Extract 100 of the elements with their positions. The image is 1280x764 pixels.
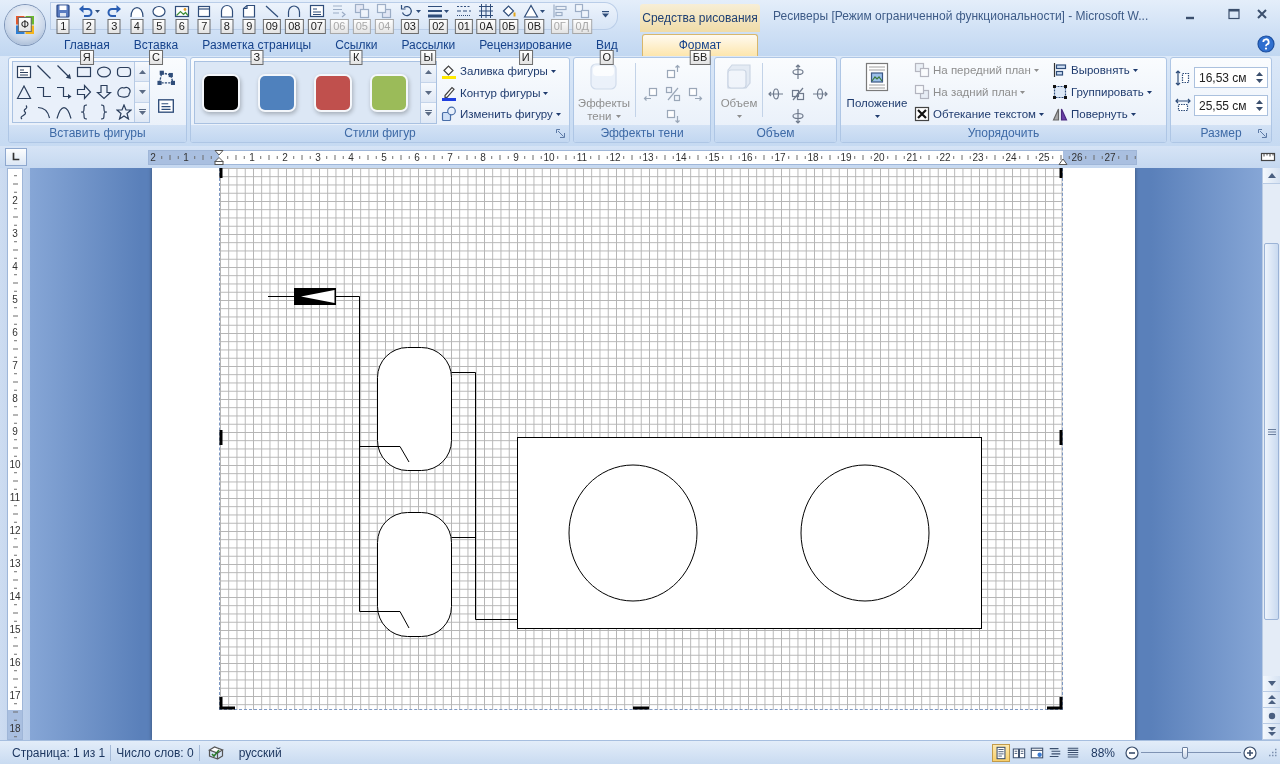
elbow-arrow-icon[interactable] (56, 84, 72, 100)
dialog-launcher-icon[interactable] (1258, 129, 1267, 138)
word-count[interactable]: Число слов: 0 (111, 742, 199, 763)
curve-icon[interactable] (56, 104, 72, 120)
undo-icon (77, 3, 94, 19)
line-weight-icon (427, 3, 444, 19)
key-tip: 03 (400, 19, 419, 34)
caret-icon (615, 115, 621, 119)
down-arrow-icon[interactable] (96, 84, 112, 100)
right-indent-marker-icon[interactable] (1058, 156, 1068, 165)
style-swatch[interactable] (316, 75, 350, 110)
caret-up-icon[interactable] (1256, 100, 1263, 104)
key-tip: 0В (524, 19, 544, 34)
web-page-icon (1029, 745, 1044, 760)
resize-handle[interactable] (633, 706, 649, 710)
resize-handle[interactable] (219, 697, 235, 710)
ruler-number: 17 (774, 151, 786, 163)
help-icon[interactable] (1257, 35, 1275, 53)
slider-thumb[interactable] (1182, 746, 1188, 759)
browse-object-button[interactable] (1263, 708, 1280, 724)
rounded-rectangle-icon[interactable] (116, 64, 132, 80)
language[interactable]: русский (233, 742, 287, 763)
style-swatch[interactable] (260, 75, 294, 110)
caret-up-icon[interactable] (1256, 72, 1263, 76)
style-swatch[interactable] (372, 75, 406, 110)
ruler-number: 23 (972, 151, 984, 163)
vertical-ruler[interactable]: 2 3 4 5 6 7 8 9 10 11 12 13 14 15 16 17 18 (7, 168, 23, 740)
resize-handle[interactable] (1047, 697, 1063, 710)
tab-selector-button[interactable] (5, 148, 27, 166)
scrollbar-thumb[interactable] (1264, 243, 1279, 620)
caret-down-icon (425, 90, 432, 95)
caret-down-icon[interactable] (1256, 107, 1263, 111)
page-count[interactable]: Страница: 1 из 1 (7, 742, 111, 763)
maximize-icon[interactable] (1227, 7, 1241, 21)
elbow-connector-icon[interactable] (36, 84, 52, 100)
draft-icon (1065, 745, 1080, 760)
key-tip: 9 (242, 19, 256, 34)
ruler-number: 2 (12, 194, 18, 206)
spell-check-icon[interactable] (207, 744, 224, 761)
tilt-up-icon[interactable] (790, 64, 806, 80)
tilt-right-icon[interactable] (812, 86, 828, 102)
arrow-icon[interactable] (56, 64, 72, 80)
gallery-expand-button[interactable] (421, 103, 436, 123)
blob-icon[interactable] (116, 84, 132, 100)
ribbon-command[interactable]: Изменить фигуру (438, 103, 564, 125)
text-box-icon[interactable] (16, 64, 32, 80)
ribbon-command[interactable]: Группировать (1049, 81, 1155, 103)
ruler-number: 10 (9, 458, 21, 470)
ruler-number: 13 (642, 151, 654, 163)
style-swatch[interactable] (204, 75, 238, 110)
position-button[interactable]: Положение (844, 59, 910, 123)
zoom-out-icon[interactable] (1125, 745, 1139, 760)
resize-handle[interactable] (219, 168, 223, 178)
gallery-scroll-up-button[interactable] (135, 62, 149, 83)
ruler-number: 15 (9, 623, 21, 635)
ribbon-command[interactable]: Обтекание текстом (911, 103, 1047, 125)
triangle-icon[interactable] (16, 84, 32, 100)
gallery-expand-button[interactable] (135, 102, 149, 122)
scroll-down-button[interactable] (1263, 676, 1280, 692)
previous-page-button[interactable] (1263, 692, 1280, 708)
text-box-icon[interactable] (157, 97, 175, 115)
arc-icon[interactable] (36, 104, 52, 120)
view-button[interactable] (991, 743, 1010, 762)
scroll-up-arrow-icon (1267, 173, 1276, 178)
rectangle-icon[interactable] (76, 64, 92, 80)
ruler-number: 3 (12, 227, 18, 239)
key-tip: 8 (220, 19, 234, 34)
next-page-button[interactable] (1263, 724, 1280, 740)
group-label: Эффекты тени (600, 126, 684, 141)
gallery-scroll-down-button[interactable] (135, 82, 149, 103)
edit-points-icon[interactable] (157, 68, 175, 86)
resize-handle[interactable] (1059, 168, 1063, 178)
oval-icon[interactable] (96, 64, 112, 80)
dialog-launcher-icon[interactable] (556, 129, 565, 138)
ribbon-command[interactable]: Повернуть (1049, 103, 1155, 125)
rotate-icon (398, 3, 415, 19)
shapes-icon (441, 106, 457, 123)
close-icon[interactable] (1255, 7, 1269, 21)
resize-handle[interactable] (1059, 430, 1063, 445)
key-tip: 1 (56, 19, 70, 34)
zoom-in-icon[interactable] (1243, 745, 1257, 760)
caret-down-icon[interactable] (1256, 79, 1263, 83)
horizontal-ruler[interactable]: 2 1 1 2 3 4 5 6 7 8 9 10 11 12 13 14 15 16 17 18 19 20 21 22 23 24 25 26 27 (148, 149, 1137, 165)
line-icon[interactable] (36, 64, 52, 80)
indent-marker-icon[interactable] (214, 149, 224, 165)
square-slash-icon[interactable] (790, 86, 806, 102)
customize-arrow-icon[interactable] (601, 11, 609, 18)
ribbon-command[interactable]: Выровнять (1049, 59, 1155, 81)
size-field[interactable]: 16,53 см (1194, 67, 1268, 88)
gallery-scroll-down-button[interactable] (421, 82, 436, 104)
tilt-left-icon[interactable] (768, 86, 784, 102)
ribbon-command[interactable]: Контур фигуры (438, 81, 564, 104)
scroll-up-button[interactable] (1263, 168, 1280, 184)
right-arrow-icon[interactable] (76, 84, 92, 100)
star-icon[interactable] (116, 104, 132, 120)
tilt-down-icon[interactable] (790, 108, 806, 124)
size-field[interactable]: 25,55 см (1194, 95, 1268, 116)
arc-icon (286, 3, 303, 19)
zoom-level[interactable]: 88% (1090, 745, 1115, 760)
resize-handle[interactable] (219, 430, 223, 445)
